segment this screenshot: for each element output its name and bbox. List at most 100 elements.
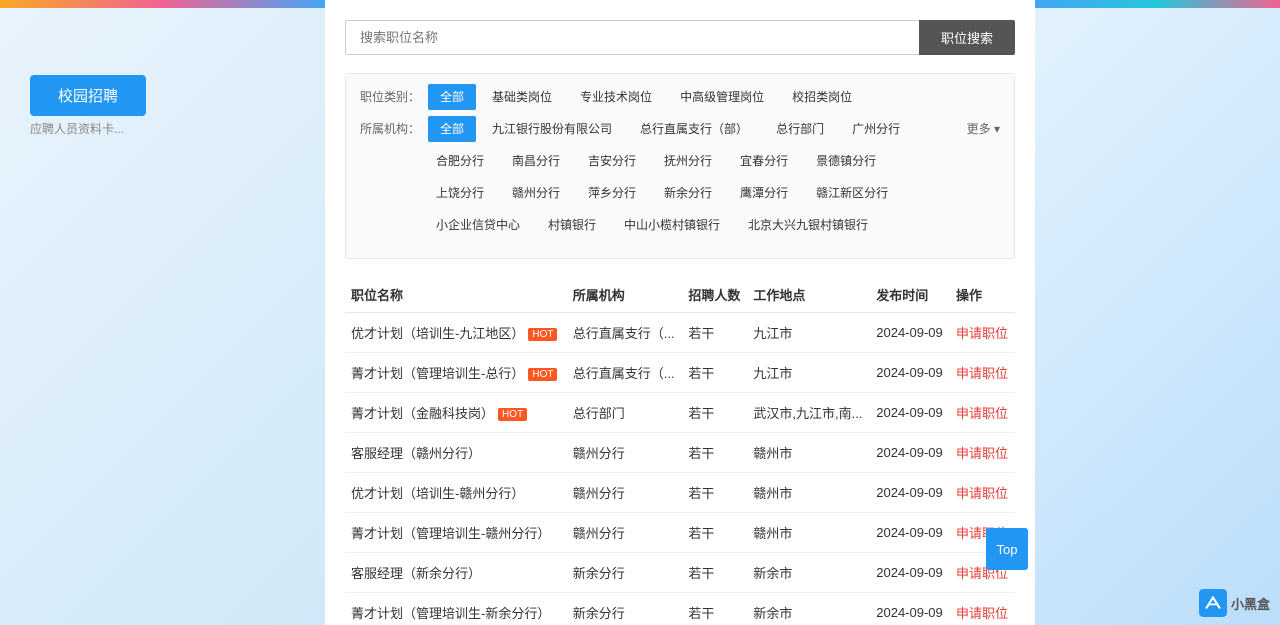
- date-cell: 2024-09-09: [870, 393, 950, 433]
- count-cell: 若干: [682, 593, 747, 625]
- job-name-cell: 菁才计划（管理培训生-赣州分行）: [345, 513, 567, 553]
- job-name: 菁才计划（管理培训生-总行）: [351, 366, 524, 381]
- org-filter-tag[interactable]: 赣州分行: [500, 180, 572, 206]
- location-cell: 新余市: [747, 593, 870, 625]
- action-cell: 申请职位: [950, 353, 1015, 393]
- org-filter-tag[interactable]: 赣江新区分行: [804, 180, 900, 206]
- table-row: 客服经理（新余分行）新余分行若干新余市2024-09-09申请职位: [345, 553, 1015, 593]
- apply-link[interactable]: 申请职位: [956, 606, 1008, 621]
- org-filter-tag[interactable]: 上饶分行: [424, 180, 496, 206]
- date-cell: 2024-09-09: [870, 433, 950, 473]
- org-filter-tag[interactable]: 鹰潭分行: [728, 180, 800, 206]
- watermark: 小黑盒: [1199, 589, 1270, 617]
- type-filter-tags: 全部基础类岗位专业技术岗位中高级管理岗位校招类岗位: [428, 84, 1000, 110]
- job-name: 优才计划（培训生-赣州分行）: [351, 486, 524, 501]
- type-filter-tag[interactable]: 全部: [428, 84, 476, 110]
- search-button[interactable]: 职位搜索: [919, 20, 1015, 55]
- job-name: 客服经理（新余分行）: [351, 566, 481, 581]
- org-filter-tag[interactable]: 新余分行: [652, 180, 724, 206]
- type-filter-tag[interactable]: 专业技术岗位: [568, 84, 664, 110]
- count-cell: 若干: [682, 353, 747, 393]
- location-cell: 新余市: [747, 553, 870, 593]
- table-row: 菁才计划（管理培训生-赣州分行）赣州分行若干赣州市2024-09-09申请职位: [345, 513, 1015, 553]
- org-filter-tag[interactable]: 吉安分行: [576, 148, 648, 174]
- org-filter-tag[interactable]: 总行部门: [764, 116, 836, 142]
- org-cell: 总行直属支行（...: [567, 313, 683, 353]
- table-column-header: 工作地点: [747, 277, 870, 313]
- main-content: 职位搜索 职位类别： 全部基础类岗位专业技术岗位中高级管理岗位校招类岗位 所属机…: [325, 0, 1035, 625]
- count-cell: 若干: [682, 433, 747, 473]
- type-filter-tag[interactable]: 中高级管理岗位: [668, 84, 776, 110]
- job-name: 客服经理（赣州分行）: [351, 446, 481, 461]
- left-top-decoration: [0, 0, 325, 8]
- org-filter-row2: 合肥分行南昌分行吉安分行抚州分行宜春分行景德镇分行: [424, 148, 1000, 174]
- job-name: 菁才计划（管理培训生-赣州分行）: [351, 526, 550, 541]
- job-name: 菁才计划（金融科技岗）: [351, 406, 494, 421]
- org-filter-tag[interactable]: 小企业信贷中心: [424, 212, 532, 238]
- table-column-header: 职位名称: [345, 277, 567, 313]
- table-row: 菁才计划（金融科技岗）HOT总行部门若干武汉市,九江市,南...2024-09-…: [345, 393, 1015, 433]
- count-cell: 若干: [682, 313, 747, 353]
- table-column-header: 招聘人数: [682, 277, 747, 313]
- apply-link[interactable]: 申请职位: [956, 446, 1008, 461]
- org-filter-row1: 所属机构： 全部九江银行股份有限公司总行直属支行（部）总行部门广州分行 更多 ▾: [360, 116, 1000, 142]
- org-filter-tag[interactable]: 抚州分行: [652, 148, 724, 174]
- org-filter-tag[interactable]: 景德镇分行: [804, 148, 888, 174]
- hot-badge: HOT: [528, 328, 557, 341]
- org-cell: 赣州分行: [567, 433, 683, 473]
- job-name-cell: 客服经理（新余分行）: [345, 553, 567, 593]
- count-cell: 若干: [682, 513, 747, 553]
- action-cell: 申请职位: [950, 433, 1015, 473]
- watermark-icon: [1199, 589, 1227, 617]
- job-name-cell: 菁才计划（管理培训生-新余分行）: [345, 593, 567, 625]
- apply-link[interactable]: 申请职位: [956, 366, 1008, 381]
- type-filter-tag[interactable]: 校招类岗位: [780, 84, 864, 110]
- table-body: 优才计划（培训生-九江地区）HOT总行直属支行（...若干九江市2024-09-…: [345, 313, 1015, 625]
- org-filter-tag[interactable]: 萍乡分行: [576, 180, 648, 206]
- job-name-cell: 优才计划（培训生-赣州分行）: [345, 473, 567, 513]
- job-name-cell: 菁才计划（管理培训生-总行） HOT: [345, 353, 567, 393]
- apply-link[interactable]: 申请职位: [956, 406, 1008, 421]
- org-filter-tag[interactable]: 总行直属支行（部）: [628, 116, 760, 142]
- search-bar: 职位搜索: [345, 20, 1015, 55]
- org-filter-label: 所属机构：: [360, 116, 420, 142]
- job-name-cell: 优才计划（培训生-九江地区） HOT: [345, 313, 567, 353]
- org-filter-tag[interactable]: 中山小榄村镇银行: [612, 212, 732, 238]
- back-to-top-button[interactable]: Top: [986, 528, 1028, 570]
- date-cell: 2024-09-09: [870, 313, 950, 353]
- job-name: 优才计划（培训生-九江地区）: [351, 326, 524, 341]
- org-filter-tag[interactable]: 南昌分行: [500, 148, 572, 174]
- table-column-header: 操作: [950, 277, 1015, 313]
- hot-badge: HOT: [528, 368, 557, 381]
- org-filter-tag[interactable]: 宜春分行: [728, 148, 800, 174]
- search-input[interactable]: [345, 20, 919, 55]
- action-cell: 申请职位: [950, 593, 1015, 625]
- org-filter-tag[interactable]: 广州分行: [840, 116, 912, 142]
- org-cell: 赣州分行: [567, 513, 683, 553]
- table-row: 菁才计划（管理培训生-总行）HOT总行直属支行（...若干九江市2024-09-…: [345, 353, 1015, 393]
- table-header: 职位名称所属机构招聘人数工作地点发布时间操作: [345, 277, 1015, 313]
- location-cell: 赣州市: [747, 433, 870, 473]
- right-top-decoration: [1035, 0, 1280, 8]
- apply-link[interactable]: 申请职位: [956, 326, 1008, 341]
- apply-link[interactable]: 申请职位: [956, 486, 1008, 501]
- table-row: 客服经理（赣州分行） 赣州分行若干赣州市2024-09-09 申请职位: [345, 433, 1015, 473]
- table-header-row: 职位名称所属机构招聘人数工作地点发布时间操作: [345, 277, 1015, 313]
- type-filter-tag[interactable]: 基础类岗位: [480, 84, 564, 110]
- date-cell: 2024-09-09: [870, 593, 950, 625]
- job-name-cell: 菁才计划（金融科技岗）HOT: [345, 393, 567, 433]
- org-more-button[interactable]: 更多 ▾: [967, 116, 1000, 142]
- org-filter-tag[interactable]: 北京大兴九银村镇银行: [736, 212, 880, 238]
- count-cell: 若干: [682, 473, 747, 513]
- type-filter-label: 职位类别：: [360, 84, 420, 110]
- location-cell: 赣州市: [747, 513, 870, 553]
- org-filter-tag[interactable]: 全部: [428, 116, 476, 142]
- watermark-label: 小黑盒: [1231, 594, 1270, 613]
- org-filter-tag[interactable]: 九江银行股份有限公司: [480, 116, 624, 142]
- org-filter-tag[interactable]: 村镇银行: [536, 212, 608, 238]
- campus-recruit-button[interactable]: 校园招聘: [30, 75, 146, 116]
- org-filter-tag[interactable]: 合肥分行: [424, 148, 496, 174]
- action-cell: 申请职位: [950, 313, 1015, 353]
- location-cell: 武汉市,九江市,南...: [747, 393, 870, 433]
- org-filter-tags-row1: 全部九江银行股份有限公司总行直属支行（部）总行部门广州分行: [428, 116, 967, 142]
